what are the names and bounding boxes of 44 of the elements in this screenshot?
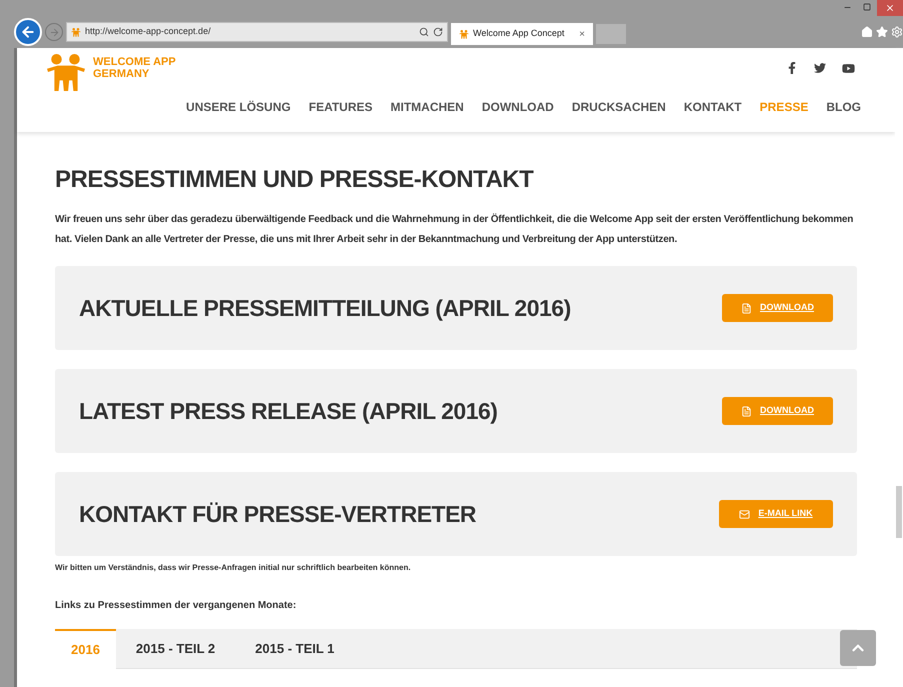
nav-link[interactable]: DOWNLOAD [482,98,554,116]
facebook-icon[interactable] [786,62,798,74]
twitter-icon[interactable] [814,62,826,74]
tab-title: Welcome App Concept [473,27,566,40]
browser-tab[interactable]: Welcome App Concept × [451,23,593,45]
tab-close-button[interactable]: × [579,26,585,42]
refresh-icon[interactable] [433,27,443,37]
maximize-glyph-icon [863,3,871,11]
card-title: KONTAKT FÜR PRESSE-VERTRETER [79,500,478,529]
settings-icon[interactable] [891,26,903,38]
year-tab[interactable]: 2015 - TEIL 1 [235,629,354,669]
pdf-file-icon [741,406,752,416]
site-favicon-icon [459,30,469,38]
links-heading: Links zu Pressestimmen der vergangenen Monate: [55,599,298,613]
scroll-to-top-button[interactable] [840,630,876,666]
pdf-file-icon [741,302,752,314]
intro-paragraph: Wir freuen uns sehr über das geradezu überwältigende Feedback und die Wahrnehmung in der Öffentlichkeit, die die Welcome App seit der ersten Veröffentlichung bekommen hat. Vielen Dank an alle Vertreter der Presse, die uns mit Ihrer Arbeit sehr in der Bekanntmachung und Verbreitung der App unterstützen. [55,212,854,247]
address-bar[interactable]: http://welcome-app-concept.de/ [66,22,448,42]
mail-icon [739,508,750,520]
card-title: AKTUELLE PRESSEMITTEILUNG (APRIL 2016) [79,294,572,323]
note-text: Wir bitten um Verständnis, dass wir Presse-Anfragen initial nur schriftlich bearbeiten können. [55,562,412,574]
nav-link[interactable]: DRUCKSACHEN [572,98,666,116]
favorites-icon[interactable] [876,26,888,38]
year-tab[interactable]: 2015 - TEIL 2 [116,629,236,669]
arrow-right-icon [48,26,60,38]
site-favicon-icon [71,28,81,36]
back-button[interactable] [14,18,42,46]
forward-button[interactable] [45,23,63,41]
nav-link[interactable]: UNSERE LÖSUNG [186,98,291,116]
url-text: http://welcome-app-concept.de/ [85,25,212,38]
search-icon[interactable] [419,27,429,37]
card-title: LATEST PRESS RELEASE (APRIL 2016) [79,396,498,426]
nav-link[interactable]: FEATURES [308,98,373,116]
logo-text: GERMANY [93,68,150,80]
nav-link[interactable]: MITMACHEN [390,98,464,116]
scrollbar-thumb[interactable] [896,486,902,538]
close-button[interactable] [877,0,903,16]
youtube-icon[interactable] [842,62,855,75]
close-icon [885,3,895,13]
logo-text: WELCOME APP [93,56,176,68]
home-icon[interactable] [861,26,873,38]
nav-link[interactable]: KONTAKT [684,98,742,116]
page-heading: PRESSESTIMMEN UND PRESSE-KONTAKT [55,165,534,195]
nav-link[interactable]: BLOG [826,98,861,116]
